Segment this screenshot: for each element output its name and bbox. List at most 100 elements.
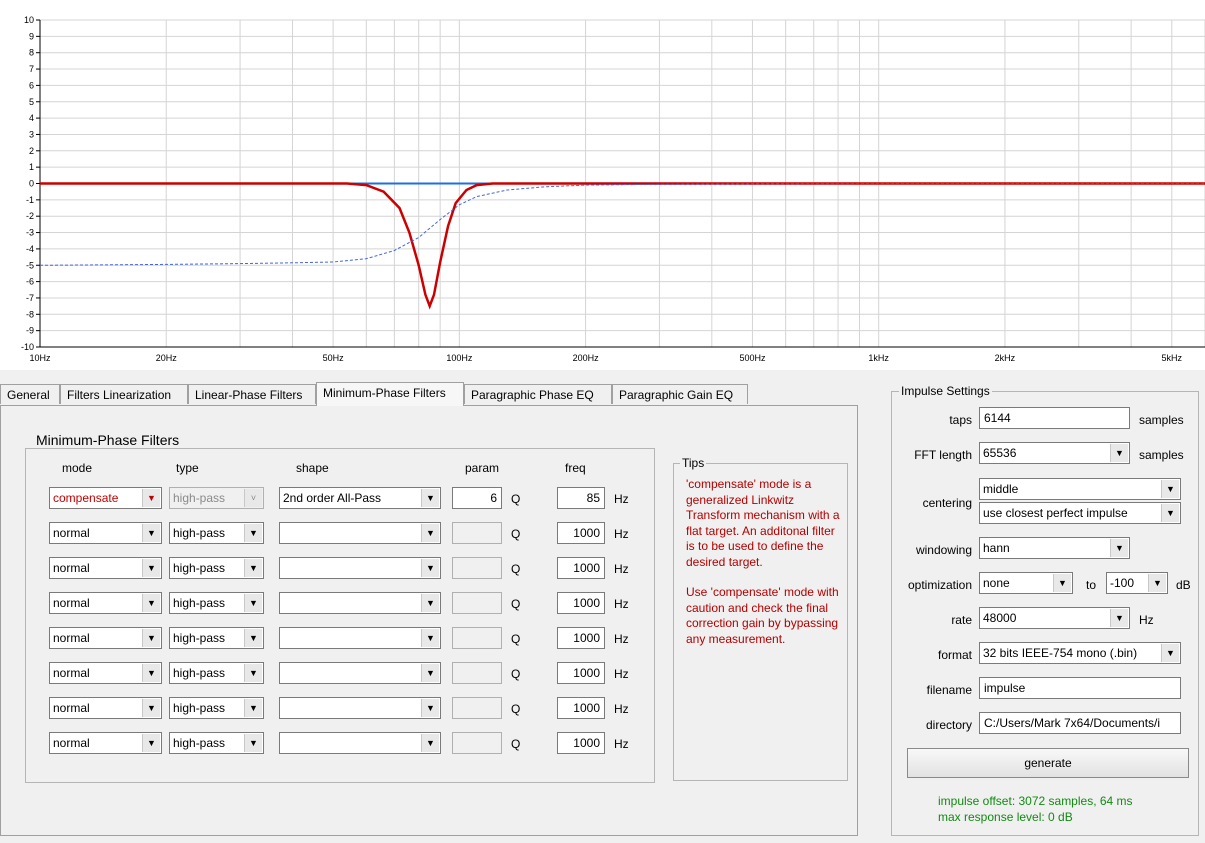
taps-unit: samples (1139, 413, 1184, 427)
shape-select[interactable]: ▼ (279, 697, 441, 719)
tab-paragraphic-phase-eq[interactable]: Paragraphic Phase EQ (464, 384, 612, 404)
x-tick-label: 1kHz (868, 353, 889, 363)
generate-button[interactable]: generate (907, 748, 1189, 778)
type-select[interactable]: high-pass ▼ (169, 557, 264, 579)
param-field[interactable] (452, 732, 502, 754)
type-select[interactable]: high-pass ▼ (169, 522, 264, 544)
windowing-select[interactable]: hann ▼ (979, 537, 1130, 559)
centering-value: middle (983, 482, 1019, 496)
freq-field[interactable]: 1000 (557, 522, 605, 544)
tab-paragraphic-gain-eq[interactable]: Paragraphic Gain EQ (612, 384, 748, 404)
param-field[interactable] (452, 592, 502, 614)
mode-select[interactable]: normal ▼ (49, 627, 162, 649)
q-unit: Q (511, 492, 521, 506)
tab-general[interactable]: General (0, 384, 60, 404)
freq-field[interactable]: 1000 (557, 592, 605, 614)
shape-select[interactable]: ▼ (279, 592, 441, 614)
directory-field[interactable]: C:/Users/Mark 7x64/Documents/i (979, 712, 1181, 734)
windowing-label: windowing (915, 543, 972, 557)
param-field[interactable] (452, 522, 502, 544)
centering-mode-select[interactable]: use closest perfect impulse ▼ (979, 502, 1181, 524)
y-tick-label: -9 (26, 326, 34, 336)
y-tick-label: -8 (26, 309, 34, 319)
format-select[interactable]: 32 bits IEEE-754 mono (.bin) ▼ (979, 642, 1181, 664)
type-select[interactable]: high-pass ▼ (169, 592, 264, 614)
freq-field[interactable]: 85 (557, 487, 605, 509)
fft-length-value: 65536 (983, 446, 1017, 460)
q-unit: Q (511, 737, 521, 751)
shape-select[interactable]: ▼ (279, 627, 441, 649)
shape-select[interactable]: ▼ (279, 522, 441, 544)
series-line-2 (40, 182, 1205, 310)
y-tick-label: 5 (29, 97, 34, 107)
optimization-level-select[interactable]: -100 ▼ (1106, 572, 1168, 594)
chevron-down-icon: ▼ (244, 629, 262, 647)
centering-mode-value: use closest perfect impulse (983, 506, 1128, 520)
mode-select[interactable]: normal ▼ (49, 592, 162, 614)
type-value: high-pass (173, 736, 226, 750)
type-select[interactable]: high-pass ▼ (169, 662, 264, 684)
freq-field[interactable]: 1000 (557, 697, 605, 719)
y-tick-label: 2 (29, 146, 34, 156)
y-tick-label: 1 (29, 162, 34, 172)
q-unit: Q (511, 632, 521, 646)
y-tick-label: -4 (26, 244, 34, 254)
mode-value: normal (53, 701, 90, 715)
freq-field[interactable]: 1000 (557, 732, 605, 754)
mode-value: normal (53, 736, 90, 750)
mode-select[interactable]: normal ▼ (49, 522, 162, 544)
freq-field[interactable]: 1000 (557, 662, 605, 684)
tab-minimum-phase-filters[interactable]: Minimum-Phase Filters (316, 382, 464, 406)
shape-select[interactable]: ▼ (279, 732, 441, 754)
param-field[interactable] (452, 697, 502, 719)
type-select[interactable]: high-pass ▼ (169, 697, 264, 719)
directory-label: directory (925, 718, 972, 732)
mode-select[interactable]: compensate ▼ (49, 487, 162, 509)
mode-select[interactable]: normal ▼ (49, 662, 162, 684)
rate-select[interactable]: 48000 ▼ (979, 607, 1130, 629)
hz-unit: Hz (614, 702, 629, 716)
y-tick-label: -5 (26, 260, 34, 270)
tab-linear-phase-filters[interactable]: Linear-Phase Filters (188, 384, 316, 404)
param-field[interactable]: 6 (452, 487, 502, 509)
type-select[interactable]: high-pass ▼ (169, 732, 264, 754)
mode-select[interactable]: normal ▼ (49, 697, 162, 719)
shape-select[interactable]: ▼ (279, 557, 441, 579)
freq-field[interactable]: 1000 (557, 627, 605, 649)
param-field[interactable] (452, 627, 502, 649)
chevron-down-icon: ▼ (244, 734, 262, 752)
fft-length-select[interactable]: 65536 ▼ (979, 442, 1130, 464)
centering-select[interactable]: middle ▼ (979, 478, 1181, 500)
optimization-select[interactable]: none ▼ (979, 572, 1073, 594)
series-line-3 (39, 183, 1205, 266)
mode-value: normal (53, 526, 90, 540)
shape-select[interactable]: 2nd order All-Pass ▼ (279, 487, 441, 509)
chevron-down-icon: ▼ (421, 699, 439, 717)
windowing-value: hann (983, 541, 1010, 555)
y-tick-label: -7 (26, 293, 34, 303)
param-field[interactable] (452, 662, 502, 684)
y-tick-label: 8 (29, 48, 34, 58)
tips-paragraph-2: Use 'compensate' mode with caution and c… (686, 585, 839, 646)
filename-field[interactable]: impulse (979, 677, 1181, 699)
mode-value: normal (53, 561, 90, 575)
y-tick-label: 9 (29, 31, 34, 41)
mode-select[interactable]: normal ▼ (49, 732, 162, 754)
response-chart: 109876543210-1-2-3-4-5-6-7-8-9-1010Hz 20H… (21, 15, 1205, 363)
y-tick-label: -10 (21, 342, 34, 352)
type-value: high-pass (173, 491, 226, 505)
freq-field[interactable]: 1000 (557, 557, 605, 579)
mode-select[interactable]: normal ▼ (49, 557, 162, 579)
shape-select[interactable]: ▼ (279, 662, 441, 684)
type-select[interactable]: high-pass ▼ (169, 627, 264, 649)
hz-unit: Hz (614, 737, 629, 751)
chevron-down-icon: ▼ (244, 524, 262, 542)
chevron-down-icon: ▼ (142, 559, 160, 577)
taps-field[interactable]: 6144 (979, 407, 1130, 429)
hz-unit: Hz (614, 562, 629, 576)
tab-filters-linearization[interactable]: Filters Linearization (60, 384, 188, 404)
type-select[interactable]: high-pass ˅ (169, 487, 264, 509)
chevron-down-icon: ▼ (142, 489, 160, 507)
chevron-down-icon: ▼ (421, 664, 439, 682)
param-field[interactable] (452, 557, 502, 579)
